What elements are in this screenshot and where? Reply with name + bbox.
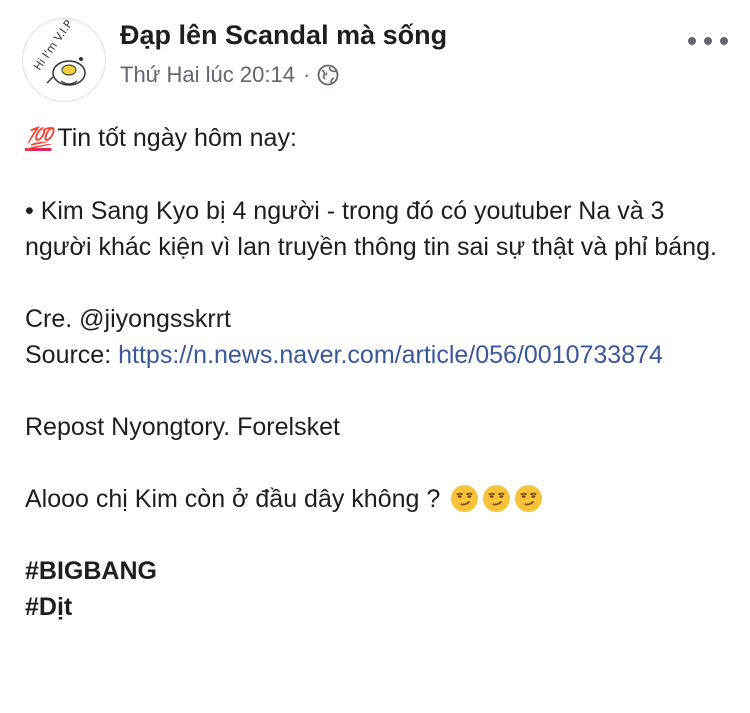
more-dots-icon (688, 37, 696, 45)
post-header: Hi I'm V.I.P Đạp lên Scandal mà sống Thứ… (22, 18, 732, 102)
globe-icon[interactable] (317, 64, 339, 86)
credit-text: Cre. @jiyongsskrrt (25, 305, 231, 333)
post-body: 💯 Tin tốt ngày hôm nay: • Kim Sang Kyo bị… (25, 120, 730, 625)
avatar-logo-icon: Hi I'm V.I.P (24, 19, 104, 100)
meta-separator: · (302, 62, 311, 87)
smirking-face-icon (515, 484, 543, 513)
post-timestamp[interactable]: Thứ Hai lúc 20:14 (120, 62, 295, 88)
question-line: Alooo chị Kim còn ở đầu dây không ? (25, 481, 730, 517)
bullet-text: • Kim Sang Kyo bị 4 người - trong đó có … (25, 197, 717, 261)
post-meta: Thứ Hai lúc 20:14 · (120, 62, 339, 88)
hundred-points-icon: 💯 (25, 126, 52, 151)
headline-text: Tin tốt ngày hôm nay: (57, 124, 297, 152)
page-name-link[interactable]: Đạp lên Scandal mà sống (120, 20, 447, 51)
source-label: Source: (25, 341, 112, 369)
page-avatar[interactable]: Hi I'm V.I.P (22, 18, 106, 102)
source-line: Source: https://n.news.naver.com/article… (25, 337, 730, 373)
question-text: Alooo chị Kim còn ở đầu dây không ? (25, 485, 441, 513)
hashtag-dit[interactable]: #Dịt (25, 593, 72, 621)
smirking-face-icon (483, 484, 511, 513)
source-link[interactable]: https://n.news.naver.com/article/056/001… (118, 341, 663, 369)
smirking-face-icon (451, 484, 479, 513)
hashtag-bigbang[interactable]: #BIGBANG (25, 557, 157, 585)
headline-line: 💯 Tin tốt ngày hôm nay: (25, 120, 730, 157)
more-options-button[interactable] (688, 28, 728, 54)
repost-text: Repost Nyongtory. Forelsket (25, 413, 340, 441)
